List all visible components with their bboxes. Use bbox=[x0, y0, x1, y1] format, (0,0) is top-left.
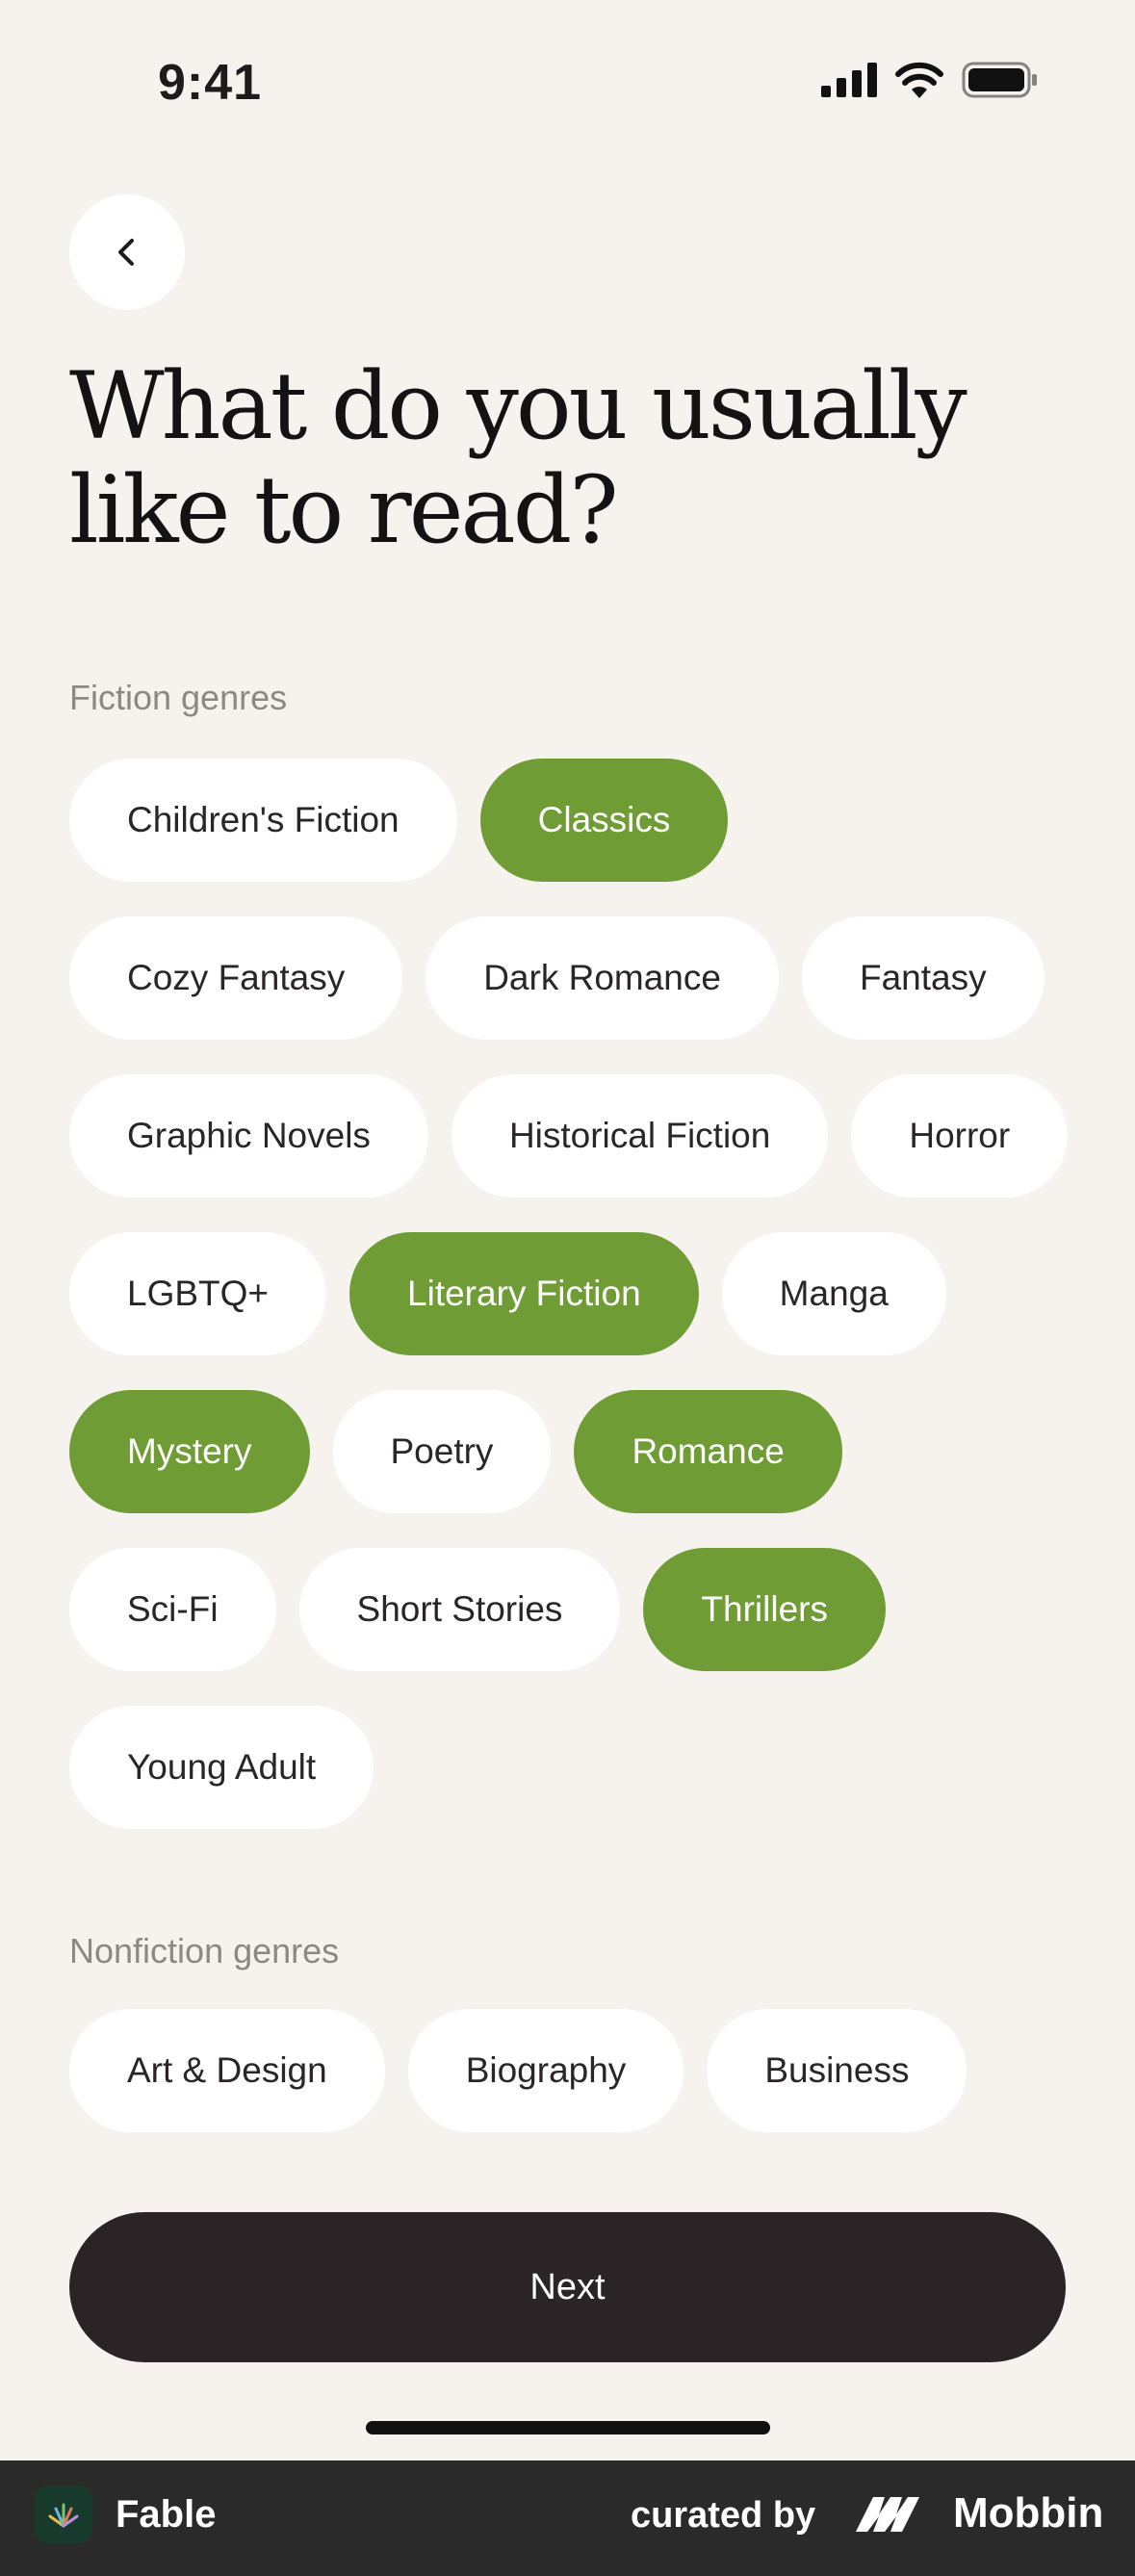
status-time: 9:41 bbox=[158, 55, 263, 111]
genre-chip[interactable]: Cozy Fantasy bbox=[69, 916, 403, 1040]
genre-chip[interactable]: Short Stories bbox=[298, 1548, 621, 1671]
footer-app-name: Fable bbox=[116, 2493, 217, 2536]
page-title: What do you usually like to read? bbox=[69, 352, 967, 564]
genre-chip[interactable]: Thrillers bbox=[643, 1548, 886, 1671]
genre-chip[interactable]: LGBTQ+ bbox=[69, 1232, 327, 1355]
fable-logo-icon bbox=[48, 2503, 79, 2528]
footer-curated-by: curated by bbox=[631, 2495, 816, 2536]
fiction-section-label: Fiction genres bbox=[69, 678, 288, 717]
genre-chip[interactable]: Young Adult bbox=[69, 1706, 374, 1829]
nonfiction-genre-list: Art & Design Biography Business bbox=[69, 2009, 1071, 2132]
genre-chip[interactable]: Fantasy bbox=[801, 916, 1045, 1040]
genre-chip[interactable]: Art & Design bbox=[69, 2009, 385, 2132]
genre-chip[interactable]: Historical Fiction bbox=[451, 1074, 829, 1198]
footer-brand: Mobbin bbox=[953, 2489, 1104, 2537]
genre-chip[interactable]: Business bbox=[707, 2009, 967, 2132]
genre-chip[interactable]: Children's Fiction bbox=[69, 759, 457, 882]
genre-chip[interactable]: Manga bbox=[721, 1232, 946, 1355]
mobbin-logo-icon bbox=[856, 2497, 919, 2532]
genre-chip[interactable]: Sci-Fi bbox=[69, 1548, 276, 1671]
genre-chip[interactable]: Graphic Novels bbox=[69, 1074, 428, 1198]
genre-chip[interactable]: Dark Romance bbox=[426, 916, 779, 1040]
next-button[interactable]: Next bbox=[69, 2212, 1066, 2362]
home-indicator bbox=[366, 2421, 770, 2434]
battery-icon bbox=[962, 62, 1037, 98]
genre-chip[interactable]: Mystery bbox=[69, 1390, 310, 1513]
status-bar: 9:41 bbox=[0, 0, 1135, 164]
genre-chip[interactable]: Classics bbox=[479, 759, 729, 882]
chevron-left-icon bbox=[118, 239, 134, 266]
status-icons bbox=[821, 62, 1039, 98]
fiction-genre-list: Children's Fiction Classics Cozy Fantasy Da… bbox=[69, 759, 1071, 1829]
signal-icon bbox=[821, 63, 877, 97]
genre-chip[interactable]: Poetry bbox=[332, 1390, 552, 1513]
genre-chip[interactable]: Romance bbox=[574, 1390, 842, 1513]
back-button[interactable] bbox=[69, 194, 185, 310]
footer-bar: Fable curated by Mobbin bbox=[0, 2460, 1135, 2576]
genre-chip[interactable]: Biography bbox=[407, 2009, 684, 2132]
genre-chip[interactable]: Literary Fiction bbox=[349, 1232, 699, 1355]
genre-chip[interactable]: Horror bbox=[851, 1074, 1069, 1198]
nonfiction-section-label: Nonfiction genres bbox=[69, 1931, 340, 1971]
wifi-icon bbox=[895, 62, 943, 98]
app-logo bbox=[35, 2486, 92, 2543]
